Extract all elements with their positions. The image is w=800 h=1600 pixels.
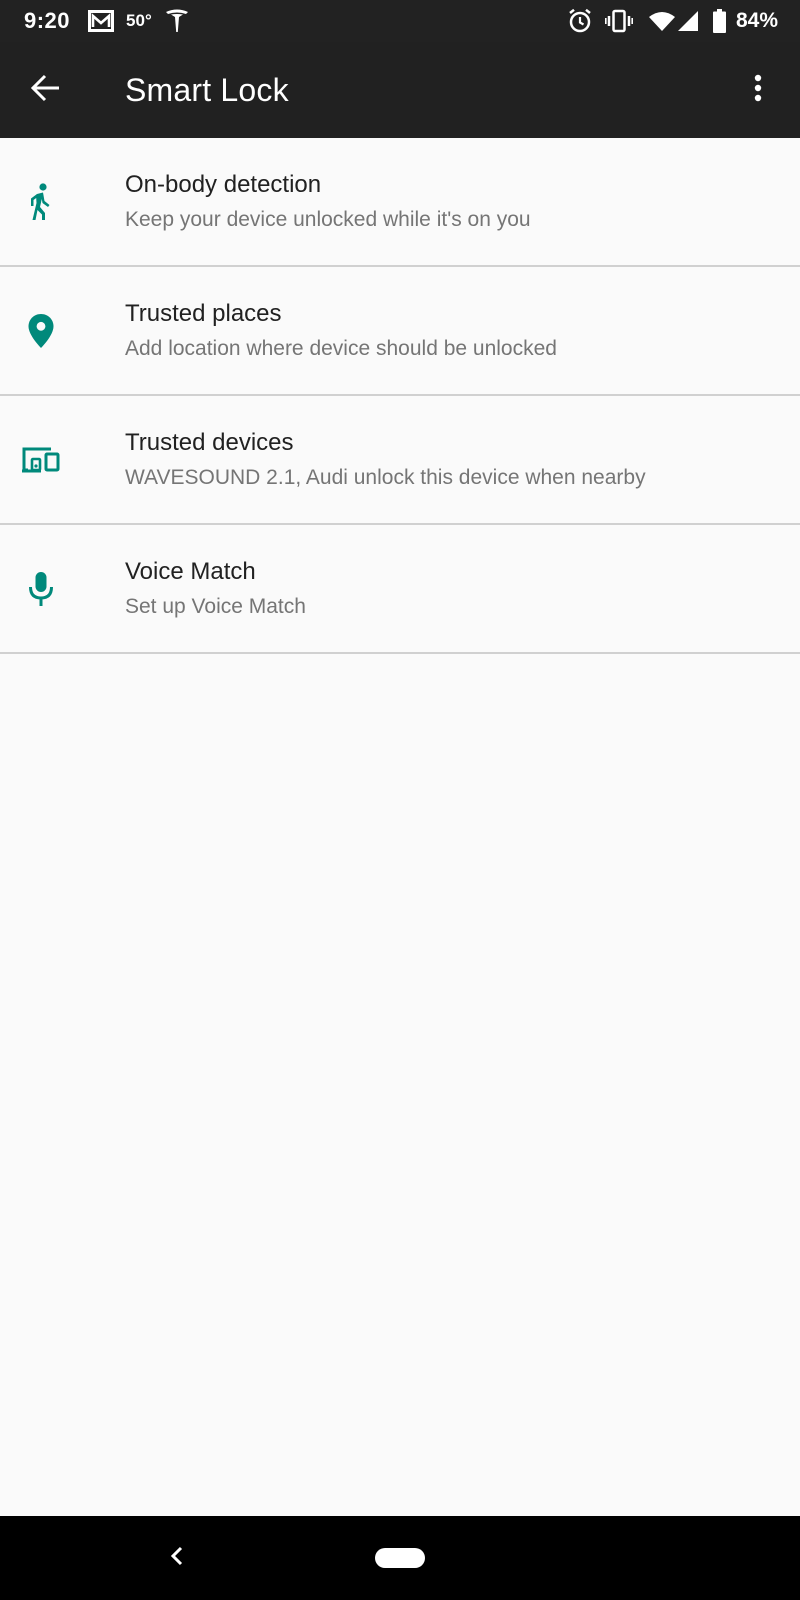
status-temperature: 50° bbox=[126, 11, 152, 30]
list-item-on-body-detection[interactable]: On-body detection Keep your device unloc… bbox=[0, 138, 800, 267]
more-options-button[interactable] bbox=[738, 66, 778, 114]
walking-person-icon bbox=[21, 138, 61, 265]
item-title: On-body detection bbox=[125, 171, 322, 198]
signal-icon bbox=[677, 10, 699, 32]
item-subtitle: Add location where device should be unlo… bbox=[125, 337, 557, 360]
app-bar: Smart Lock bbox=[0, 42, 800, 138]
item-title: Trusted places bbox=[125, 300, 282, 327]
item-title: Trusted devices bbox=[125, 429, 294, 456]
more-vert-icon bbox=[754, 74, 762, 107]
item-subtitle: Set up Voice Match bbox=[125, 595, 306, 618]
battery-icon bbox=[712, 9, 726, 33]
list-item-trusted-places[interactable]: Trusted places Add location where device… bbox=[0, 267, 800, 396]
navigation-bar bbox=[0, 1516, 800, 1600]
devices-icon bbox=[21, 396, 61, 523]
status-bar: 9:20 50° 84% bbox=[0, 0, 800, 42]
tesla-icon bbox=[164, 8, 190, 34]
list-item-voice-match[interactable]: Voice Match Set up Voice Match bbox=[0, 525, 800, 654]
nav-back-icon bbox=[170, 1545, 184, 1572]
smart-lock-options-list: On-body detection Keep your device unloc… bbox=[0, 138, 800, 654]
back-button[interactable] bbox=[22, 66, 70, 114]
microphone-icon bbox=[21, 525, 61, 652]
status-bar-right: 84% bbox=[567, 0, 778, 42]
item-subtitle: WAVESOUND 2.1, Audi unlock this device w… bbox=[125, 466, 646, 489]
page-title: Smart Lock bbox=[125, 72, 289, 108]
status-bar-left: 9:20 50° bbox=[24, 0, 190, 42]
list-item-trusted-devices[interactable]: Trusted devices WAVESOUND 2.1, Audi unlo… bbox=[0, 396, 800, 525]
gmail-icon bbox=[88, 10, 115, 32]
alarm-icon bbox=[567, 8, 593, 34]
nav-back-button[interactable] bbox=[155, 1536, 199, 1580]
item-title: Voice Match bbox=[125, 558, 256, 585]
arrow-back-icon bbox=[30, 74, 61, 107]
vibrate-icon bbox=[604, 9, 633, 33]
item-subtitle: Keep your device unlocked while it's on … bbox=[125, 208, 531, 231]
battery-percent: 84% bbox=[735, 9, 778, 32]
home-pill-button[interactable] bbox=[375, 1548, 425, 1568]
status-time: 9:20 bbox=[24, 8, 71, 33]
location-pin-icon bbox=[21, 267, 61, 394]
wifi-icon bbox=[648, 11, 675, 31]
